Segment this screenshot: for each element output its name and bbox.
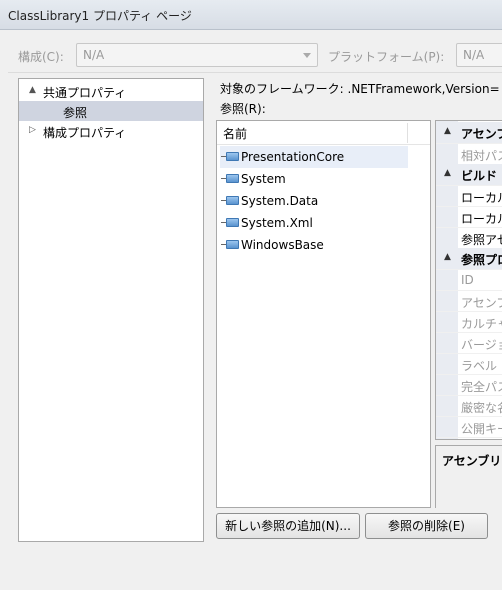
platform-value: N/A (463, 48, 485, 62)
reference-item[interactable]: PresentationCore (220, 146, 408, 168)
property-label: 参照アセ (461, 233, 502, 247)
references-label: 参照(R): (220, 102, 266, 116)
property-row[interactable]: 完全パス (436, 374, 502, 395)
collapse-icon[interactable]: ▲ (444, 168, 451, 178)
property-row[interactable]: ID (436, 269, 502, 290)
reference-item[interactable]: System.Data (220, 190, 408, 212)
reference-name: WindowsBase (241, 238, 324, 252)
property-grid[interactable]: ▲ アセンブ 相対パス ▲ ビルド フ ローカル ローカル 参照アセ ▲ 参照プ… (435, 120, 502, 440)
configuration-toolbar: 構成(C): N/A プラットフォーム(P): N/A (0, 40, 502, 70)
configuration-value: N/A (83, 48, 105, 62)
property-row[interactable]: ローカル (436, 206, 502, 227)
tree-item-label: 共通プロパティ (43, 86, 127, 100)
tree-item-label: 構成プロパティ (43, 126, 127, 140)
property-label: 厳密な名 (461, 401, 502, 415)
property-label: 相対パス (461, 149, 502, 163)
property-row[interactable]: 参照アセ (436, 227, 502, 248)
column-header-name[interactable]: 名前 (223, 125, 247, 142)
window-title: ClassLibrary1 プロパティ ページ (8, 9, 192, 23)
reference-item[interactable]: WindowsBase (220, 234, 408, 256)
column-splitter[interactable] (407, 123, 408, 143)
reference-item[interactable]: System.Xml (220, 212, 408, 234)
property-category-label: ビルド フ (461, 169, 502, 183)
title-bar: ClassLibrary1 プロパティ ページ (0, 0, 502, 30)
reference-name: System.Data (241, 194, 319, 208)
property-row[interactable]: ラベル (436, 353, 502, 374)
property-row[interactable]: ローカル (436, 185, 502, 206)
target-framework-text: 対象のフレームワーク: .NETFramework,Version= (220, 82, 500, 96)
platform-label: プラットフォーム(P): (328, 50, 445, 64)
property-row[interactable]: カルチャ (436, 311, 502, 332)
configuration-label: 構成(C): (18, 50, 64, 64)
property-row[interactable]: 相対パス (436, 143, 502, 164)
property-label: アセンブ (461, 296, 502, 310)
property-category-label: 参照プロ (461, 253, 502, 267)
expand-icon[interactable]: ▲ (29, 85, 36, 95)
assembly-icon (221, 196, 239, 205)
collapse-icon[interactable]: ▲ (444, 126, 451, 136)
property-row[interactable]: アセンブ (436, 290, 502, 311)
property-category-build[interactable]: ▲ ビルド フ (436, 164, 502, 185)
property-description-pane: アセンブリ (435, 445, 502, 508)
assembly-icon (221, 240, 239, 249)
property-label: ローカル (461, 191, 502, 205)
property-label: バージョ (461, 338, 502, 352)
property-row[interactable]: 厳密な名 (436, 395, 502, 416)
chevron-down-icon (303, 53, 311, 58)
property-category-label: アセンブ (461, 127, 502, 141)
property-label: ローカル (461, 212, 502, 226)
configuration-dropdown[interactable]: N/A (76, 43, 318, 67)
property-row[interactable]: 公開キー (436, 416, 502, 437)
property-row[interactable]: バージョ (436, 332, 502, 353)
platform-dropdown[interactable]: N/A (456, 43, 502, 67)
tree-item-configuration-properties[interactable]: ▷ 構成プロパティ (19, 121, 203, 141)
footer (0, 560, 502, 590)
references-list[interactable]: 名前 PresentationCore System System.Data S… (216, 120, 431, 508)
property-category-assembly[interactable]: ▲ アセンブ (436, 122, 502, 143)
property-description-title: アセンブリ (442, 454, 502, 468)
property-category-reference[interactable]: ▲ 参照プロ (436, 248, 502, 269)
property-label: カルチャ (461, 317, 502, 331)
remove-reference-button[interactable]: 参照の削除(E) (365, 513, 488, 539)
reference-name: PresentationCore (241, 150, 345, 164)
assembly-icon (221, 218, 239, 227)
property-label: 完全パス (461, 380, 502, 394)
tree-item-label: 参照 (63, 106, 88, 120)
tree-item-references[interactable]: 参照 (19, 101, 203, 121)
reference-name: System.Xml (241, 216, 313, 230)
property-label: ラベル (461, 359, 498, 373)
tree-item-common-properties[interactable]: ▲ 共通プロパティ (19, 81, 203, 101)
add-reference-button[interactable]: 新しい参照の追加(N)... (216, 513, 360, 539)
assembly-icon (221, 152, 239, 161)
reference-item[interactable]: System (220, 168, 408, 190)
property-label: 公開キー (461, 422, 502, 436)
divider (8, 72, 502, 73)
assembly-icon (221, 174, 239, 183)
category-tree: ▲ 共通プロパティ 参照 ▷ 構成プロパティ (18, 78, 204, 542)
reference-name: System (241, 172, 286, 186)
collapse-icon[interactable]: ▷ (29, 125, 36, 135)
property-row[interactable]: 説明 (436, 437, 502, 439)
property-label: ID (461, 273, 474, 287)
list-header[interactable]: 名前 (217, 121, 430, 145)
collapse-icon[interactable]: ▲ (444, 252, 451, 262)
